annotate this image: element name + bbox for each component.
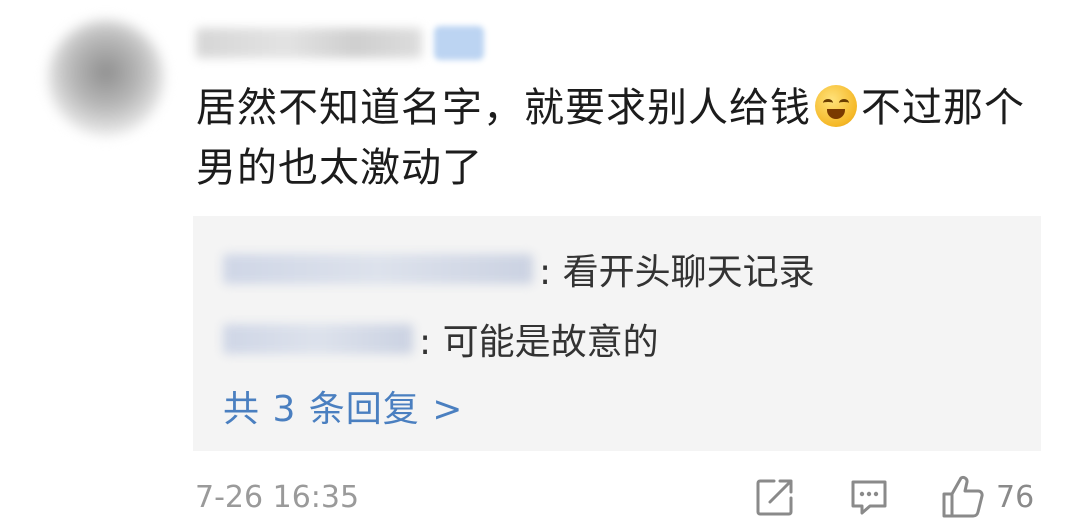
comment-button[interactable]: [848, 472, 890, 522]
reply-username-redacted[interactable]: [223, 324, 413, 354]
laughing-crying-emoji-icon: [815, 85, 857, 127]
username-redacted[interactable]: [196, 28, 422, 58]
user-badge: [434, 26, 484, 60]
like-button[interactable]: 76: [940, 472, 1034, 522]
comment-icon: [848, 476, 890, 518]
reply-username-redacted[interactable]: [223, 254, 533, 284]
reply-text: : 可能是故意的: [419, 322, 659, 363]
username[interactable]: [196, 26, 484, 60]
reply-item[interactable]: : 可能是故意的: [223, 313, 659, 365]
comment-text: 居然不知道名字，就要求别人给钱 不过那个男的也太激动了: [196, 78, 1036, 198]
share-button[interactable]: [754, 472, 796, 522]
reply-text: : 看开头聊天记录: [539, 252, 815, 293]
likes-count: 76: [996, 479, 1035, 515]
avatar[interactable]: [48, 20, 164, 136]
share-icon: [754, 476, 796, 518]
reply-item[interactable]: : 看开头聊天记录: [223, 243, 815, 295]
comment-text-part-1: 居然不知道名字，就要求别人给钱: [196, 85, 811, 131]
view-all-replies-link[interactable]: 共 3 条回复 >: [223, 380, 463, 432]
thumbs-up-icon: [940, 474, 986, 520]
timestamp: 7-26 16:35: [195, 480, 360, 515]
